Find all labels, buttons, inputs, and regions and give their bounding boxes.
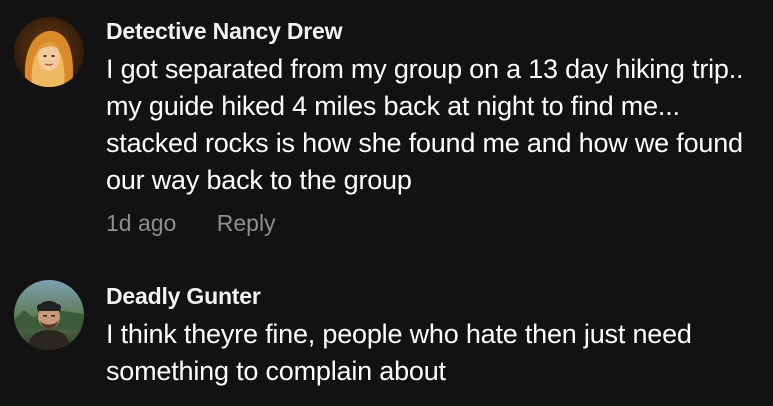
avatar-image bbox=[14, 17, 84, 87]
comment-content: Deadly Gunter I think theyre fine, peopl… bbox=[106, 282, 773, 390]
avatar-image bbox=[14, 280, 84, 350]
comment-username[interactable]: Detective Nancy Drew bbox=[106, 17, 773, 45]
comment-username[interactable]: Deadly Gunter bbox=[106, 282, 773, 310]
reply-button[interactable]: Reply bbox=[217, 210, 276, 236]
comment-timestamp: 1d ago bbox=[106, 210, 177, 236]
comment-meta: 1d ago Reply bbox=[106, 209, 773, 237]
avatar[interactable] bbox=[14, 280, 84, 350]
avatar[interactable] bbox=[14, 17, 84, 87]
comment-content: Detective Nancy Drew I got separated fro… bbox=[106, 17, 773, 237]
comment-text: I think theyre fine, people who hate the… bbox=[106, 319, 692, 386]
comment-text: I got separated from my group on a 13 da… bbox=[106, 54, 744, 195]
